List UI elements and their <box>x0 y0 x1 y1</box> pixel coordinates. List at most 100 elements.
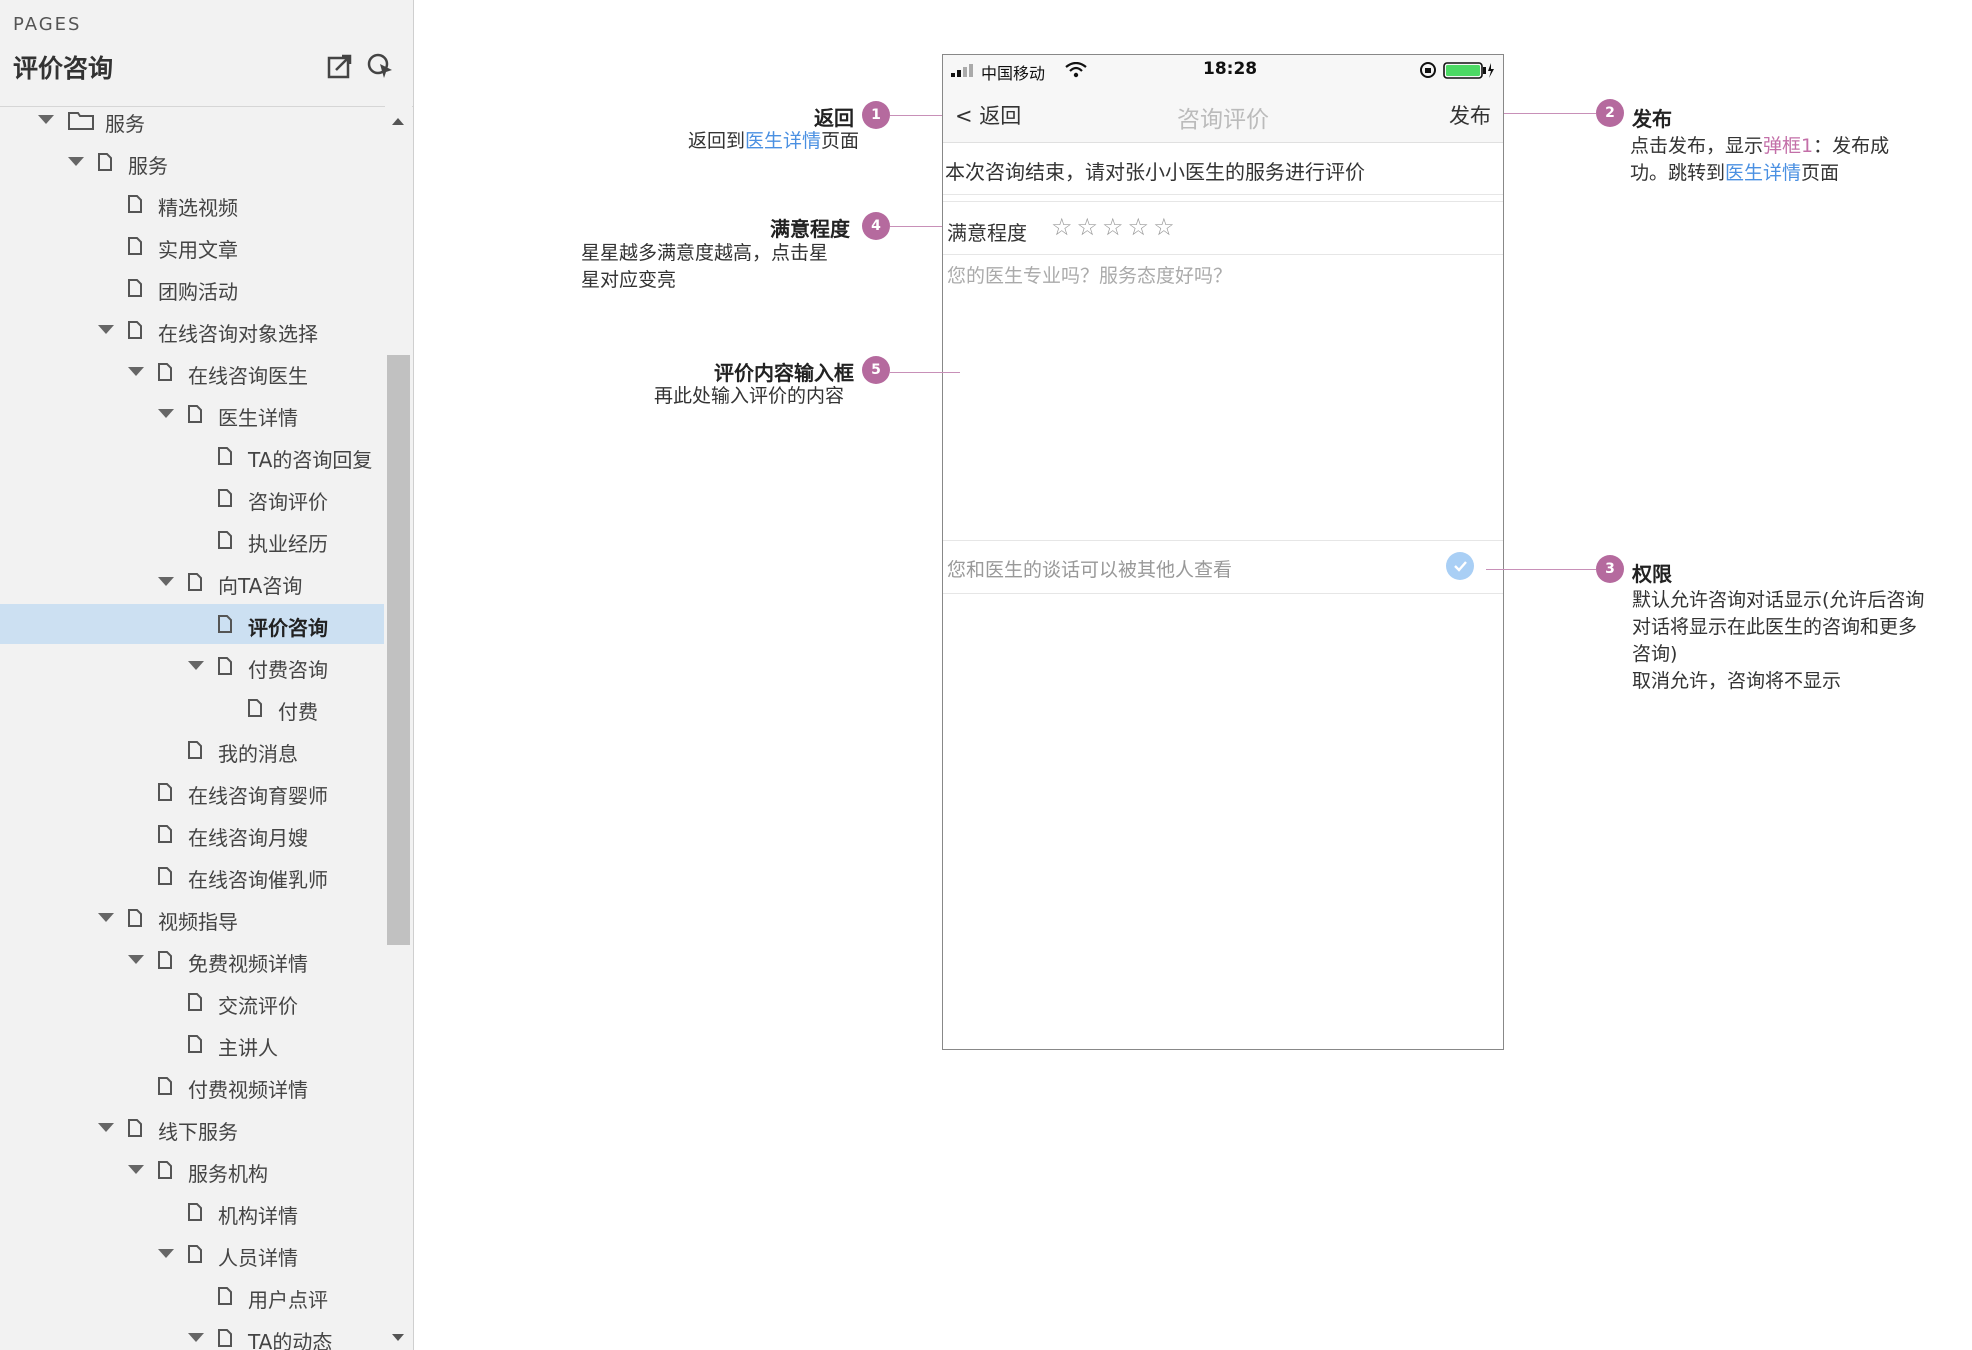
annotation-satisfaction-title: 满意程度 <box>770 217 850 241</box>
expand-arrow-icon[interactable] <box>158 1249 174 1258</box>
page-icon <box>158 825 172 843</box>
permission-text: 您和医生的谈话可以被其他人查看 <box>947 559 1233 581</box>
export-icon[interactable] <box>326 52 354 80</box>
expand-arrow-icon[interactable] <box>128 367 144 376</box>
tree-item-label: 服务 <box>105 112 145 136</box>
annotation-text: 对话将显示在此医生的咨询和更多 <box>1632 616 1918 638</box>
leader-line-3 <box>1486 569 1596 570</box>
page-icon <box>188 573 202 591</box>
expand-arrow-icon[interactable] <box>98 913 114 922</box>
locate-page-icon[interactable] <box>366 52 394 80</box>
tree-item-label: 视频指导 <box>158 910 238 934</box>
consultation-ended-notice: 本次咨询结束，请对张小小医生的服务进行评价 <box>943 143 1503 195</box>
tree-item[interactable]: 服务 <box>0 100 384 140</box>
wifi-icon <box>1065 62 1087 78</box>
tree-item-label: 精选视频 <box>158 196 238 220</box>
tree-item[interactable]: 视频指导 <box>0 898 384 938</box>
tree-item[interactable]: 交流评价 <box>0 982 384 1022</box>
doctor-detail-link[interactable]: 医生详情 <box>745 130 821 152</box>
tree-item[interactable]: 精选视频 <box>0 184 384 224</box>
page-icon <box>128 1119 142 1137</box>
tree-item[interactable]: 评价咨询 <box>0 604 384 644</box>
page-icon <box>128 195 142 213</box>
expand-arrow-icon[interactable] <box>38 115 54 124</box>
tree-item[interactable]: 服务 <box>0 142 384 182</box>
annotation-badge-3: 3 <box>1596 555 1624 583</box>
annotation-text: 咨询) <box>1632 643 1678 665</box>
doctor-detail-link[interactable]: 医生详情 <box>1725 162 1801 184</box>
tree-item-label: TA的动态 <box>248 1330 333 1350</box>
tree-item[interactable]: 执业经历 <box>0 520 384 560</box>
nav-bar: < 返回 咨询评价 发布 <box>943 85 1503 143</box>
expand-arrow-icon[interactable] <box>68 157 84 166</box>
tree-item[interactable]: 在线咨询催乳师 <box>0 856 384 896</box>
star-icon[interactable]: ☆ <box>1102 215 1124 239</box>
tree-item[interactable]: TA的动态 <box>0 1318 384 1350</box>
tree-item[interactable]: 人员详情 <box>0 1234 384 1274</box>
annotation-badge-1: 1 <box>862 101 890 129</box>
tree-item[interactable]: 机构详情 <box>0 1192 384 1232</box>
page-icon <box>98 153 112 171</box>
tree-item[interactable]: 实用文章 <box>0 226 384 266</box>
page-icon <box>218 615 232 633</box>
permission-checkbox[interactable] <box>1446 552 1474 580</box>
tree-item[interactable]: 服务机构 <box>0 1150 384 1190</box>
page-icon <box>188 405 202 423</box>
tree-item[interactable]: 用户点评 <box>0 1276 384 1316</box>
tree-item[interactable]: 在线咨询医生 <box>0 352 384 392</box>
expand-arrow-icon[interactable] <box>158 409 174 418</box>
tree-item-label: 免费视频详情 <box>188 952 308 976</box>
star-icon[interactable]: ☆ <box>1077 215 1099 239</box>
status-time: 18:28 <box>1203 59 1258 79</box>
tree-item[interactable]: 付费 <box>0 688 384 728</box>
star-icon[interactable]: ☆ <box>1128 215 1150 239</box>
page-icon <box>128 279 142 297</box>
review-content-input[interactable] <box>945 255 1501 539</box>
star-icon[interactable]: ☆ <box>1051 215 1073 239</box>
star-icon[interactable]: ☆ <box>1153 215 1175 239</box>
tree-item[interactable]: 免费视频详情 <box>0 940 384 980</box>
expand-arrow-icon[interactable] <box>188 661 204 670</box>
tree-item[interactable]: 在线咨询月嫂 <box>0 814 384 854</box>
tree-item[interactable]: 付费视频详情 <box>0 1066 384 1106</box>
tree-item[interactable]: 在线咨询对象选择 <box>0 310 384 350</box>
tree-item[interactable]: 团购活动 <box>0 268 384 308</box>
tree-item[interactable]: 主讲人 <box>0 1024 384 1064</box>
expand-arrow-icon[interactable] <box>128 955 144 964</box>
tree-item[interactable]: 我的消息 <box>0 730 384 770</box>
expand-arrow-icon[interactable] <box>158 577 174 586</box>
tree-item[interactable]: 咨询评价 <box>0 478 384 518</box>
page-icon <box>218 1329 232 1347</box>
annotation-badge-4: 4 <box>862 212 890 240</box>
satisfaction-row: 满意程度 ☆ ☆ ☆ ☆ ☆ <box>943 203 1503 255</box>
tree-item-label: 在线咨询医生 <box>188 364 308 388</box>
expand-arrow-icon[interactable] <box>128 1165 144 1174</box>
tree-item[interactable]: TA的咨询回复 <box>0 436 384 476</box>
scrollbar-thumb[interactable] <box>387 355 410 945</box>
page-icon <box>158 783 172 801</box>
scroll-down-arrow-icon[interactable] <box>392 1334 404 1341</box>
annotation-input-title: 评价内容输入框 <box>714 361 854 385</box>
leader-line-1 <box>890 115 942 116</box>
popup-1-link[interactable]: 弹框1 <box>1763 135 1813 157</box>
tree-item[interactable]: 向TA咨询 <box>0 562 384 602</box>
tree-item[interactable]: 医生详情 <box>0 394 384 434</box>
annotation-publish-desc: 点击发布，显示弹框1：发布成 功。跳转到医生详情页面 <box>1630 133 1950 187</box>
page-icon <box>128 237 142 255</box>
annotation-permission-title: 权限 <box>1632 562 1672 586</box>
page-icon <box>188 1035 202 1053</box>
tree-item-label: 付费 <box>278 700 318 724</box>
annotation-satisfaction-desc: 星星越多满意度越高，点击星 星对应变亮 <box>581 240 861 294</box>
scroll-up-arrow-icon[interactable] <box>392 118 404 125</box>
annotation-badge-2: 2 <box>1596 99 1624 127</box>
tree-item[interactable]: 在线咨询育婴师 <box>0 772 384 812</box>
nav-title: 咨询评价 <box>1177 107 1269 133</box>
tree-item[interactable]: 付费咨询 <box>0 646 384 686</box>
expand-arrow-icon[interactable] <box>98 325 114 334</box>
publish-button[interactable]: 发布 <box>1449 100 1491 130</box>
expand-arrow-icon[interactable] <box>188 1333 204 1342</box>
tree-item[interactable]: 线下服务 <box>0 1108 384 1148</box>
expand-arrow-icon[interactable] <box>98 1123 114 1132</box>
annotation-permission-desc: 默认允许咨询对话显示(允许后咨询 对话将显示在此医生的咨询和更多 咨询) 取消允许，咨… <box>1632 587 1968 695</box>
leader-line-2 <box>1504 113 1596 114</box>
